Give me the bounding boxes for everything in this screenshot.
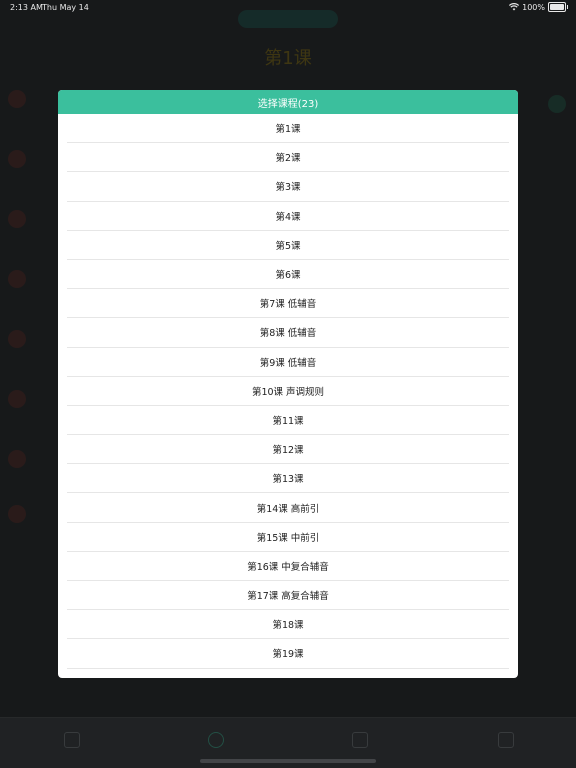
course-item[interactable]: 第19课 (67, 639, 509, 669)
course-item[interactable]: 第15课 中前引 (67, 523, 509, 552)
status-right-group: 100% (509, 2, 568, 12)
course-item[interactable]: 第1课 (67, 114, 509, 144)
course-item[interactable]: 第6课 (67, 260, 509, 290)
course-item[interactable]: 第3课 (67, 172, 509, 202)
course-item[interactable]: 第5课 (67, 231, 509, 260)
course-select-dialog: 选择课程(23) 第1课 第2课 第3课 第4课 第5课 第6课 第7课 低辅音 第8课 低辅… (58, 90, 518, 678)
status-date: Thu May 14 (42, 3, 89, 12)
course-list: 第1课 第2课 第3课 第4课 第5课 第6课 第7课 低辅音 第8课 低辅音 第9课 低辅音第… (58, 114, 518, 669)
course-item[interactable]: 第18课 (67, 610, 509, 640)
course-item[interactable]: 第10课 声调规则 (67, 377, 509, 406)
course-item[interactable]: 第14课 高前引 (67, 493, 509, 523)
course-item[interactable]: 第16课 中复合辅音 (67, 552, 509, 581)
status-bar: 2:13 AM Thu May 14 100% (0, 0, 576, 16)
course-item[interactable]: 第8课 低辅音 (67, 318, 509, 348)
dialog-title: 选择课程(23) (257, 98, 319, 110)
battery-fill (550, 4, 564, 10)
wifi-icon (509, 3, 520, 11)
battery-percent: 100% (522, 2, 545, 12)
course-item[interactable]: 第12课 (67, 435, 509, 465)
course-item[interactable]: 第4课 (67, 202, 509, 231)
status-time: 2:13 AM (10, 3, 43, 12)
course-item[interactable]: 第2课 (67, 143, 509, 173)
course-item[interactable]: 第11课 (67, 406, 509, 436)
course-item[interactable]: 第9课 低辅音 (67, 348, 509, 377)
course-item[interactable]: 第7课 低辅音 (67, 289, 509, 319)
dialog-header: 选择课程(23) (58, 90, 518, 114)
course-item[interactable]: 第17课 高复合辅音 (67, 581, 509, 611)
course-item[interactable]: 第13课 (67, 464, 509, 494)
battery-icon (548, 2, 568, 12)
